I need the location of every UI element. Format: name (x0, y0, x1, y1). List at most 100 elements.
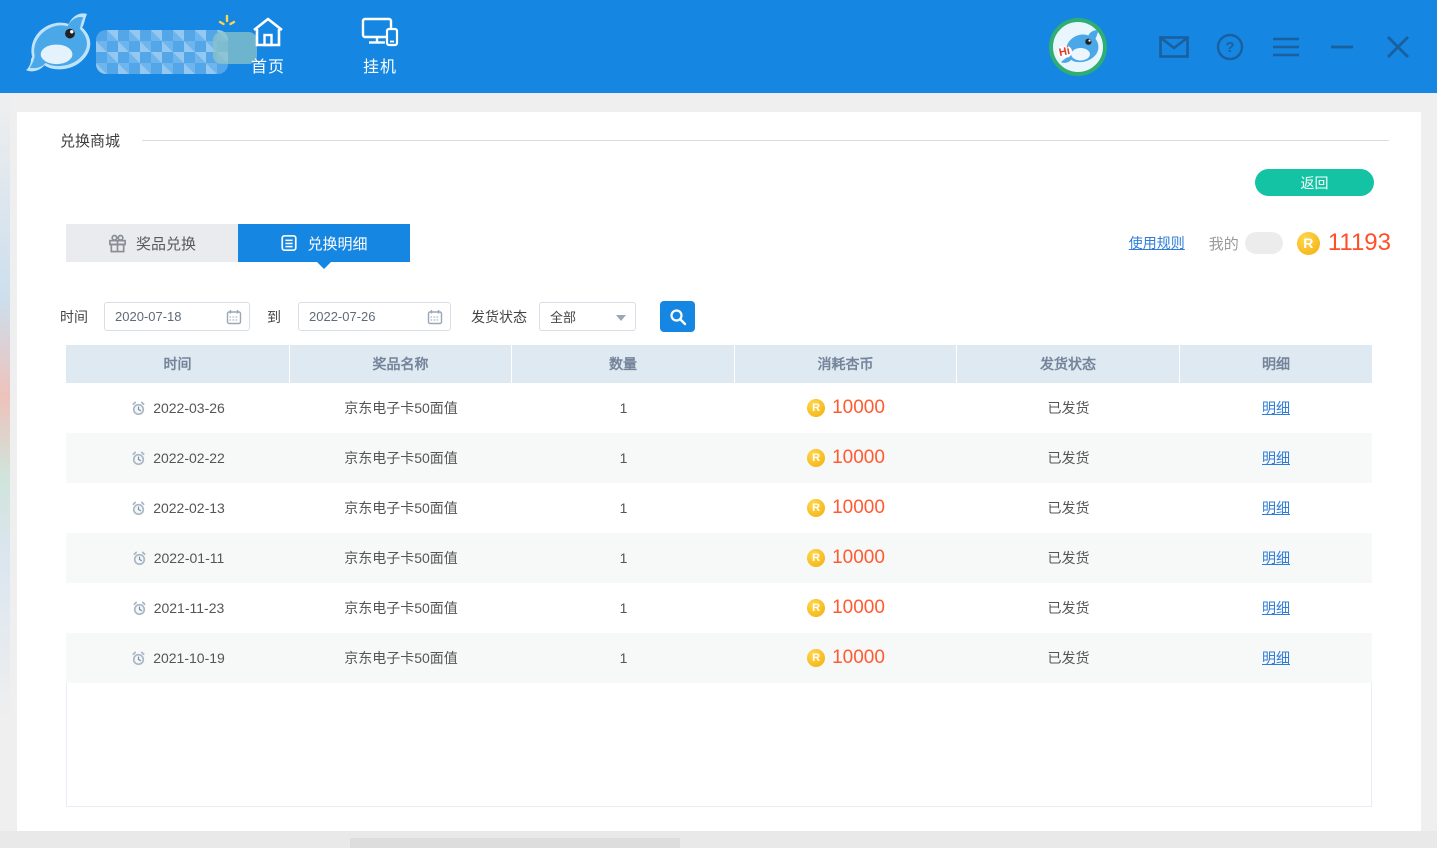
clock-icon (132, 551, 147, 566)
coin-icon: R (807, 649, 825, 667)
date-to-input[interactable]: 2022-07-26 (298, 302, 451, 331)
cell-prize: 京东电子卡50面值 (290, 533, 512, 583)
titlebar-right: Hi ? (1049, 0, 1413, 93)
coin-icon: R (1297, 232, 1320, 255)
cell-detail: 明细 (1180, 583, 1372, 633)
cell-qty: 1 (512, 533, 735, 583)
nav-home-label: 首页 (251, 53, 285, 77)
cell-status: 已发货 (957, 483, 1180, 533)
table-row: 2022-01-11 京东电子卡50面值 1 R 10000 已发货 明细 (66, 533, 1372, 583)
col-header-status: 发货状态 (957, 345, 1180, 383)
cell-prize: 京东电子卡50面值 (290, 583, 512, 633)
cell-detail: 明细 (1180, 383, 1372, 433)
nav-hangup[interactable]: 挂机 (340, 0, 420, 93)
minimize-button[interactable] (1327, 32, 1357, 62)
cell-cost: R 10000 (735, 633, 957, 683)
cell-prize: 京东电子卡50面值 (290, 383, 512, 433)
table-empty-area (66, 683, 1372, 807)
dolphin-logo-icon (18, 8, 100, 86)
devices-icon (361, 17, 399, 47)
mail-button[interactable] (1159, 32, 1189, 62)
clock-icon (131, 401, 146, 416)
detail-link[interactable]: 明细 (1262, 398, 1290, 418)
minimize-icon (1330, 44, 1354, 50)
col-header-qty: 数量 (512, 345, 735, 383)
status-select-value: 全部 (550, 307, 576, 326)
list-doc-icon (280, 234, 298, 252)
user-avatar[interactable]: Hi (1049, 18, 1107, 76)
detail-link[interactable]: 明细 (1262, 448, 1290, 468)
help-icon: ? (1216, 33, 1244, 61)
app-logo (18, 4, 258, 90)
col-header-detail: 明细 (1180, 345, 1372, 383)
cell-cost: R 10000 (735, 483, 957, 533)
menu-icon (1272, 37, 1300, 57)
blurred-app-name (96, 30, 228, 74)
calendar-icon (226, 309, 242, 325)
detail-link[interactable]: 明细 (1262, 498, 1290, 518)
cell-status: 已发货 (957, 633, 1180, 683)
tab-exchange-details-label: 兑换明细 (307, 233, 367, 254)
back-button[interactable]: 返回 (1255, 169, 1374, 196)
col-header-cost: 消耗杏币 (735, 345, 957, 383)
table-row: 2021-11-23 京东电子卡50面值 1 R 10000 已发货 明细 (66, 583, 1372, 633)
cell-date: 2021-10-19 (66, 633, 290, 683)
coin-icon: R (807, 599, 825, 617)
cell-date: 2022-03-26 (66, 383, 290, 433)
search-button[interactable] (660, 301, 695, 332)
titlebar: 首页 挂机 Hi (0, 0, 1437, 93)
cell-detail: 明细 (1180, 483, 1372, 533)
calendar-icon (427, 309, 443, 325)
tab-exchange-details[interactable]: 兑换明细 (238, 224, 410, 262)
mail-icon (1159, 36, 1189, 58)
cell-date: 2022-02-13 (66, 483, 290, 533)
table-header: 时间 奖品名称 数量 消耗杏币 发货状态 明细 (66, 345, 1372, 383)
col-header-time: 时间 (66, 345, 290, 383)
coin-icon: R (807, 399, 825, 417)
cell-prize: 京东电子卡50面值 (290, 483, 512, 533)
nav-hangup-label: 挂机 (363, 53, 397, 77)
usage-rules-link[interactable]: 使用规则 (1129, 233, 1185, 253)
cell-status: 已发货 (957, 383, 1180, 433)
cell-qty: 1 (512, 633, 735, 683)
cell-detail: 明细 (1180, 533, 1372, 583)
detail-link[interactable]: 明细 (1262, 648, 1290, 668)
chevron-down-icon (616, 315, 626, 321)
table-body: 2022-03-26 京东电子卡50面值 1 R 10000 已发货 明细 20… (66, 383, 1372, 683)
home-icon (251, 17, 285, 47)
help-button[interactable]: ? (1215, 32, 1245, 62)
detail-link[interactable]: 明细 (1262, 598, 1290, 618)
cell-detail: 明细 (1180, 433, 1372, 483)
tab-prize-exchange[interactable]: 奖品兑换 (66, 224, 238, 262)
section-header: 兑换商城 (60, 130, 1389, 151)
cell-cost: R 10000 (735, 433, 957, 483)
balance-amount: 11193 (1328, 229, 1391, 257)
cell-status: 已发货 (957, 583, 1180, 633)
tab-prize-exchange-label: 奖品兑换 (136, 233, 196, 254)
background-window-edge (0, 93, 10, 832)
nav-home[interactable]: 首页 (228, 0, 308, 93)
date-to-value: 2022-07-26 (309, 309, 376, 324)
status-select[interactable]: 全部 (539, 302, 636, 331)
main-nav: 首页 挂机 (228, 0, 420, 93)
header-divider (142, 140, 1389, 141)
clock-icon (131, 651, 146, 666)
filter-bar: 时间 2020-07-18 到 2022-07-26 (60, 302, 695, 331)
cell-status: 已发货 (957, 533, 1180, 583)
close-button[interactable] (1383, 32, 1413, 62)
detail-link[interactable]: 明细 (1262, 548, 1290, 568)
cell-qty: 1 (512, 383, 735, 433)
coin-icon: R (807, 449, 825, 467)
balance-area: 使用规则 我的 R 11193 (1129, 224, 1391, 262)
cell-cost: R 10000 (735, 533, 957, 583)
table-row: 2021-10-19 京东电子卡50面值 1 R 10000 已发货 明细 (66, 633, 1372, 683)
bottom-edge-accent (350, 838, 680, 848)
cell-cost: R 10000 (735, 383, 957, 433)
page-title: 兑换商城 (60, 130, 120, 151)
date-from-input[interactable]: 2020-07-18 (104, 302, 250, 331)
clock-icon (131, 451, 146, 466)
cell-date: 2022-02-22 (66, 433, 290, 483)
menu-button[interactable] (1271, 32, 1301, 62)
cell-qty: 1 (512, 583, 735, 633)
cell-detail: 明细 (1180, 633, 1372, 683)
